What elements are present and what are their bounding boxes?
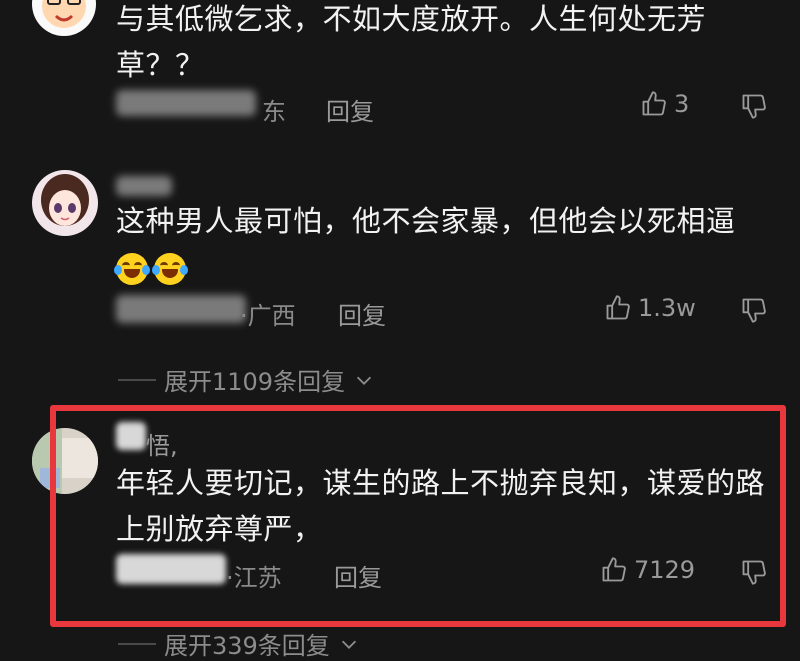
comment-text-line: 与其低微乞求，不如大度放开。人生何处无芳 — [116, 2, 707, 36]
chevron-down-icon — [341, 640, 356, 649]
blurred-author-date — [116, 90, 256, 116]
like-count: 3 — [674, 90, 690, 118]
comment-text: 与其低微乞求，不如大度放开。人生何处无芳 草？？ — [116, 0, 756, 88]
highlight-box — [50, 405, 786, 627]
comment-location: 东 — [262, 98, 286, 126]
face-with-tears-of-joy-icon — [152, 253, 188, 285]
reply-button[interactable]: 回复 — [326, 92, 374, 127]
thumbs-down-icon — [742, 94, 766, 119]
dislike-button[interactable] — [740, 296, 768, 328]
divider — [118, 642, 156, 645]
avatar-anime-girl — [32, 170, 98, 236]
thumbs-up-icon — [606, 295, 630, 320]
like-count: 1.3w — [638, 294, 696, 322]
thumbs-up-icon — [642, 91, 666, 116]
expand-replies-label: 展开339条回复 — [164, 632, 330, 660]
expand-replies-label: 展开1109条回复 — [164, 368, 346, 396]
comment-text-line: 这种男人最可怕，他不会家暴，但他会以死相逼 — [116, 204, 736, 238]
face-with-tears-of-joy-icon — [114, 253, 150, 285]
comment-text-line: 草？？ — [116, 48, 205, 82]
dislike-button[interactable] — [740, 92, 768, 124]
avatar-cartoon-face — [32, 0, 96, 36]
divider — [118, 378, 156, 381]
expand-replies-button[interactable]: 展开1109条回复 — [118, 362, 375, 397]
blurred-author-name — [116, 176, 172, 196]
blurred-author-date — [116, 295, 246, 323]
comment-text: 这种男人最可怕，他不会家暴，但他会以死相逼 — [114, 198, 776, 290]
thumbs-down-icon — [742, 298, 766, 323]
avatar[interactable] — [32, 0, 96, 36]
expand-replies-button[interactable]: 展开339条回复 — [118, 626, 360, 661]
emoji-row — [114, 244, 776, 290]
chevron-down-icon — [357, 376, 372, 385]
comment-location: ·广西 — [240, 302, 296, 330]
reply-button[interactable]: 回复 — [338, 296, 386, 331]
like-button[interactable]: 3 — [640, 90, 689, 118]
avatar[interactable] — [32, 170, 98, 236]
like-button[interactable]: 1.3w — [604, 294, 696, 322]
